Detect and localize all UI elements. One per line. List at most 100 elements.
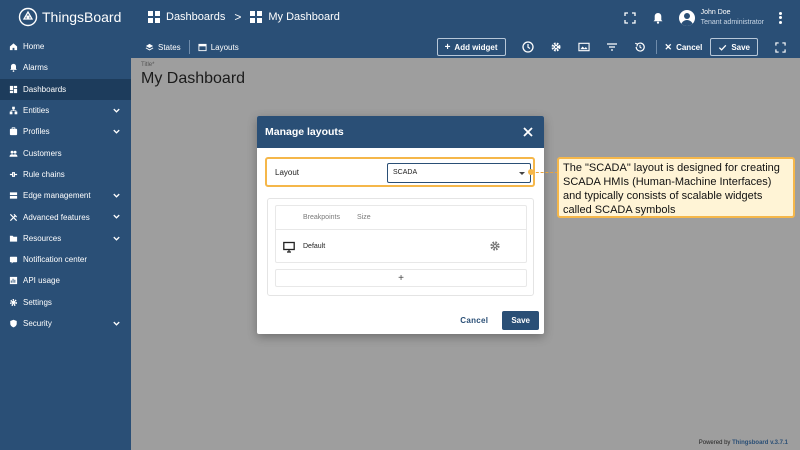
sidebar-item-entities[interactable]: Entities	[0, 100, 131, 121]
avatar[interactable]	[678, 10, 695, 26]
toolbar-divider	[655, 40, 657, 54]
dashboards-grid-icon	[148, 11, 160, 23]
chevron-down-icon[interactable]	[112, 106, 121, 115]
chevron-down-icon[interactable]	[112, 319, 121, 328]
save-button[interactable]: Save	[710, 38, 758, 56]
rule-chains-icon	[9, 172, 18, 177]
dashboard-icon	[9, 85, 18, 93]
dialog-cancel-button[interactable]: Cancel	[460, 316, 488, 325]
layers-icon	[145, 43, 154, 50]
sidebar-item-rule-chains[interactable]: Rule chains	[0, 164, 131, 185]
user-name: John Doe	[700, 9, 731, 16]
more-vert-icon[interactable]	[774, 11, 786, 25]
breakpoints-panel: Breakpoints Size Default +	[267, 198, 534, 296]
monitor-icon	[283, 241, 295, 253]
dashboard-grid-icon	[250, 11, 263, 23]
column-breakpoints: Breakpoints	[303, 214, 340, 221]
sidebar-item-home[interactable]: Home	[0, 36, 131, 57]
fullscreen-icon[interactable]	[623, 11, 637, 25]
manage-layouts-dialog: Manage layouts Layout SCADA Breakpoints …	[257, 116, 544, 334]
sidebar-item-label: Rule chains	[23, 169, 65, 179]
close-icon: ✕	[664, 41, 673, 52]
clock-icon[interactable]	[521, 41, 534, 53]
dashboard-toolbar: States Layouts + Add widget ✕ Cancel Sav…	[131, 36, 800, 58]
powered-prefix: Powered by	[698, 440, 731, 446]
callout-connector	[531, 172, 558, 173]
chevron-down-icon	[519, 172, 525, 175]
sidebar-item-label: Security	[23, 319, 52, 328]
sidebar-item-notification-center[interactable]: Notification center	[0, 249, 131, 270]
add-widget-button[interactable]: + Add widget	[436, 38, 506, 56]
edge-icon	[9, 192, 18, 199]
sidebar-item-label: Profiles	[23, 127, 50, 137]
layout-row: Layout SCADA	[265, 157, 535, 187]
plus-icon: +	[444, 41, 451, 53]
sidebar-item-label: Dashboards	[23, 84, 67, 94]
dialog-title: Manage layouts	[265, 126, 344, 138]
gear-icon[interactable]	[489, 240, 501, 252]
cancel-button[interactable]: ✕ Cancel	[665, 42, 703, 53]
sidebar-item-label: Home	[23, 42, 45, 52]
toolbar-divider	[188, 40, 190, 54]
page-title[interactable]: My Dashboard	[141, 70, 245, 88]
sidebar-item-label: Entities	[23, 106, 50, 116]
dialog-save-button[interactable]: Save	[502, 311, 539, 330]
logo[interactable]: ThingsBoard	[18, 7, 121, 27]
check-icon	[719, 44, 727, 51]
profiles-icon	[9, 127, 18, 136]
sidebar-item-settings[interactable]: Settings	[0, 292, 131, 313]
sidebar-item-alarms[interactable]: Alarms	[0, 57, 131, 78]
sidebar-item-dashboards[interactable]: Dashboards	[0, 78, 131, 100]
image-settings-icon[interactable]	[577, 41, 590, 53]
sidebar-item-profiles[interactable]: Profiles	[0, 121, 131, 142]
fullscreen-icon[interactable]	[774, 41, 786, 53]
chevron-down-icon[interactable]	[112, 212, 121, 221]
dialog-header: Manage layouts	[257, 116, 544, 148]
breadcrumb: Dashboards > My Dashboard	[148, 10, 340, 24]
home-icon	[9, 43, 18, 51]
chevron-down-icon[interactable]	[112, 191, 121, 200]
close-icon[interactable]	[521, 125, 534, 138]
states-label: States	[158, 42, 181, 52]
sidebar-item-resources[interactable]: Resources	[0, 228, 131, 249]
powered-brand-link[interactable]: Thingsboard v.3.7.1	[732, 440, 788, 446]
layout-label: Layout	[275, 168, 300, 177]
chevron-down-icon[interactable]	[112, 127, 121, 136]
sidebar-item-label: Alarms	[23, 63, 48, 73]
top-app-bar: ThingsBoard Dashboards > My Dashboard Jo…	[0, 0, 800, 36]
title-hint: Title*	[141, 62, 155, 68]
add-breakpoint-button[interactable]: +	[275, 269, 527, 287]
notifications-bell-icon[interactable]	[651, 11, 665, 25]
toolbar-left: States Layouts	[145, 36, 239, 58]
chevron-down-icon[interactable]	[112, 234, 121, 243]
filter-icon[interactable]	[606, 41, 618, 53]
layout-select[interactable]: SCADA	[387, 163, 531, 183]
user-info[interactable]: John Doe Tenant administrator	[701, 8, 764, 28]
top-right-actions: John Doe Tenant administrator	[623, 0, 800, 36]
sidebar-item-customers[interactable]: Customers	[0, 142, 131, 163]
sidebar-item-label: Edge management	[23, 191, 91, 201]
sidebar-item-label: Customers	[23, 148, 62, 158]
breadcrumb-separator: >	[234, 10, 242, 24]
add-widget-label: Add widget	[454, 42, 498, 52]
callout-note: The "SCADA" layout is designed for creat…	[557, 157, 795, 218]
sidebar-item-label: Advanced features	[23, 212, 90, 222]
sidebar-item-advanced-features[interactable]: Advanced features	[0, 206, 131, 227]
breakpoint-name: Default	[303, 243, 326, 250]
history-icon[interactable]	[634, 41, 646, 53]
states-button[interactable]: States	[145, 43, 181, 52]
breadcrumb-dashboards[interactable]: Dashboards	[166, 11, 225, 23]
sidebar-item-api-usage[interactable]: API usage	[0, 270, 131, 291]
sidebar-item-edge-management[interactable]: Edge management	[0, 185, 131, 206]
advanced-icon	[9, 213, 18, 221]
sidebar-item-security[interactable]: Security	[0, 313, 131, 334]
layouts-button[interactable]: Layouts	[198, 43, 239, 52]
notification-icon	[9, 256, 18, 264]
gear-icon[interactable]	[550, 41, 562, 53]
save-label: Save	[731, 42, 750, 52]
sidebar-item-label: Resources	[23, 233, 62, 243]
layouts-label: Layouts	[210, 42, 239, 52]
table-header: Breakpoints Size	[276, 206, 526, 230]
entities-icon	[9, 106, 18, 115]
breakpoints-table: Breakpoints Size Default	[275, 205, 527, 263]
